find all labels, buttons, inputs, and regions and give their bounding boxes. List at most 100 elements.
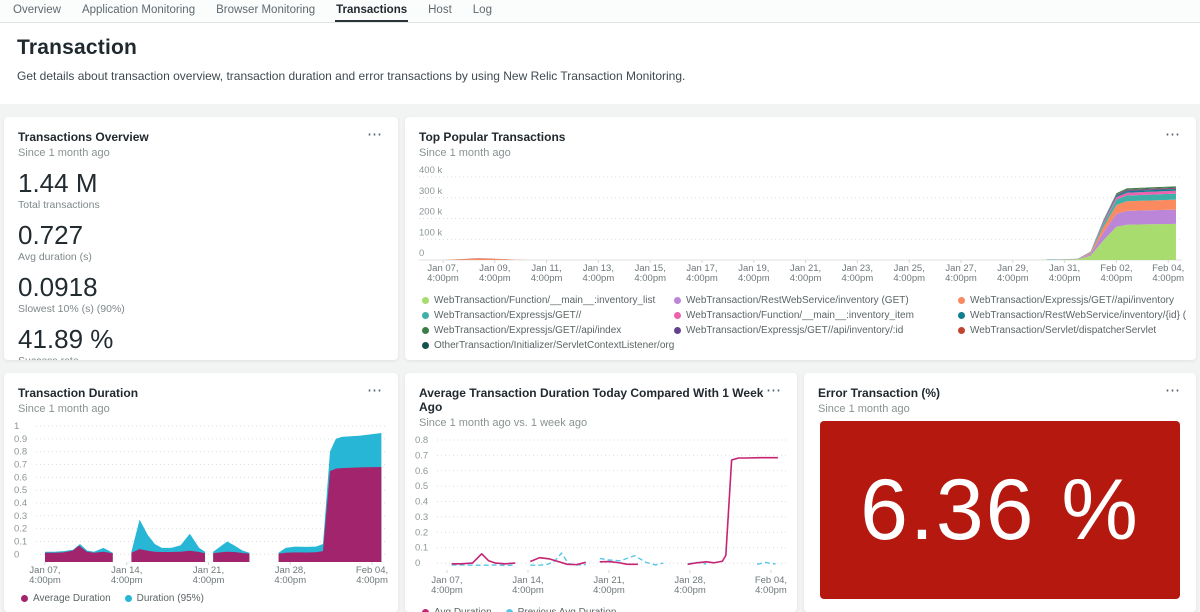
metric-value: 0.0918 — [18, 272, 384, 302]
svg-text:4:00pm: 4:00pm — [583, 273, 615, 284]
metric-label: Success rate — [18, 355, 384, 360]
legend-label: WebTransaction/RestWebService/inventory … — [686, 295, 909, 306]
legend-item[interactable]: WebTransaction/Function/__main__:invento… — [422, 295, 674, 306]
card-subtitle: Since 1 month ago — [18, 403, 138, 415]
legend-label: WebTransaction/RestWebService/inventory/… — [970, 310, 1186, 321]
svg-text:4:00pm: 4:00pm — [531, 273, 563, 284]
svg-text:0.6: 0.6 — [415, 466, 428, 477]
card-header: Transactions Overview Since 1 month ago … — [4, 117, 398, 159]
top-popular-chart: 0100 k200 k300 k400 kJan 07,4:00pmJan 09… — [405, 165, 1196, 287]
svg-text:4:00pm: 4:00pm — [997, 273, 1029, 284]
legend-label: Duration (95%) — [137, 593, 204, 604]
legend-color-dot — [958, 312, 965, 319]
card-menu-icon[interactable]: ⋯ — [1163, 130, 1182, 140]
transaction-duration-legend: Average Duration Duration (95%) — [4, 589, 398, 604]
legend-item[interactable]: Average Duration — [21, 593, 111, 604]
card-subtitle: Since 1 month ago vs. 1 week ago — [419, 417, 764, 429]
legend-item[interactable]: Avg Duration — [422, 607, 492, 612]
svg-text:4:00pm: 4:00pm — [427, 273, 459, 284]
legend-label: Average Duration — [33, 593, 111, 604]
legend-label: WebTransaction/Expressjs/GET//api/index — [434, 325, 621, 336]
legend-item[interactable]: WebTransaction/Expressjs/GET//api/index — [422, 325, 674, 336]
top-popular-legend: WebTransaction/Function/__main__:invento… — [405, 287, 1196, 351]
card-avg-duration-compare: Average Transaction Duration Today Compa… — [405, 373, 797, 612]
card-top-popular-transactions: Top Popular Transactions Since 1 month a… — [405, 117, 1196, 360]
svg-text:1: 1 — [14, 421, 19, 432]
svg-text:0.7: 0.7 — [415, 450, 428, 461]
legend-item[interactable]: WebTransaction/Servlet/dispatcherServlet — [958, 325, 1186, 336]
card-menu-icon[interactable]: ⋯ — [365, 130, 384, 140]
metrics-list: 1.44 MTotal transactions0.727Avg duratio… — [4, 159, 398, 360]
page-header: Transaction Get details about transactio… — [0, 23, 1200, 104]
legend-item[interactable]: WebTransaction/RestWebService/inventory … — [674, 295, 958, 306]
tab-transactions[interactable]: Transactions — [335, 0, 408, 22]
legend-item[interactable]: WebTransaction/Expressjs/GET//api/invent… — [674, 325, 958, 336]
metric-value: 1.44 M — [18, 168, 384, 198]
tab-overview[interactable]: Overview — [12, 0, 62, 22]
error-percentage-value: 6.36 % — [860, 461, 1140, 560]
legend-color-dot — [674, 312, 681, 319]
tab-host[interactable]: Host — [427, 0, 453, 22]
legend-label: WebTransaction/Expressjs/GET//api/invent… — [686, 325, 903, 336]
svg-text:0: 0 — [419, 248, 424, 259]
dashboard-grid: Transactions Overview Since 1 month ago … — [0, 104, 1200, 612]
svg-text:4:00pm: 4:00pm — [479, 273, 511, 284]
svg-text:4:00pm: 4:00pm — [193, 575, 225, 586]
duration-svg: 00.10.20.30.40.50.60.70.80.91Jan 07,4:00… — [14, 421, 388, 589]
metric-block: 0.0918Slowest 10% (s) (90%) — [18, 272, 384, 315]
legend-label: OtherTransaction/Initializer/ServletCont… — [434, 340, 674, 351]
legend-color-dot — [674, 297, 681, 304]
svg-text:4:00pm: 4:00pm — [755, 585, 787, 596]
svg-text:4:00pm: 4:00pm — [893, 273, 925, 284]
legend-color-dot — [422, 312, 429, 319]
legend-color-dot — [958, 297, 965, 304]
legend-item[interactable]: Previous Avg Duration — [506, 607, 617, 612]
svg-text:0.1: 0.1 — [14, 536, 27, 547]
legend-label: WebTransaction/Expressjs/GET//api/invent… — [970, 295, 1174, 306]
card-menu-icon[interactable]: ⋯ — [1163, 386, 1182, 396]
svg-text:0.4: 0.4 — [14, 498, 27, 509]
legend-label: WebTransaction/Function/__main__:invento… — [686, 310, 914, 321]
page-description: Get details about transaction overview, … — [17, 69, 1176, 83]
svg-text:0.2: 0.2 — [14, 524, 27, 535]
legend-label: WebTransaction/Servlet/dispatcherServlet — [970, 325, 1156, 336]
svg-text:4:00pm: 4:00pm — [512, 585, 544, 596]
legend-item[interactable]: WebTransaction/Expressjs/GET// — [422, 310, 674, 321]
svg-text:0: 0 — [14, 549, 19, 560]
metric-block: 41.89 %Success rate — [18, 324, 384, 360]
avg-compare-svg: 00.10.20.30.40.50.60.70.8Jan 07,4:00pmJa… — [415, 435, 787, 603]
card-header: Average Transaction Duration Today Compa… — [405, 373, 797, 429]
card-menu-icon[interactable]: ⋯ — [365, 386, 384, 396]
tab-application-monitoring[interactable]: Application Monitoring — [81, 0, 196, 22]
card-title: Top Popular Transactions — [419, 130, 565, 144]
card-error-transaction: Error Transaction (%) Since 1 month ago … — [804, 373, 1196, 612]
svg-text:0.6: 0.6 — [14, 472, 27, 483]
svg-text:4:00pm: 4:00pm — [674, 585, 706, 596]
svg-text:0.3: 0.3 — [14, 511, 27, 522]
svg-text:4:00pm: 4:00pm — [111, 575, 143, 586]
legend-item[interactable]: WebTransaction/RestWebService/inventory/… — [958, 310, 1186, 321]
card-subtitle: Since 1 month ago — [18, 147, 149, 159]
metric-value: 41.89 % — [18, 324, 384, 354]
svg-text:0.4: 0.4 — [415, 497, 428, 508]
legend-item[interactable]: WebTransaction/Function/__main__:invento… — [674, 310, 958, 321]
card-menu-icon[interactable]: ⋯ — [764, 386, 783, 396]
metric-label: Avg duration (s) — [18, 251, 384, 263]
top-popular-svg: 0100 k200 k300 k400 kJan 07,4:00pmJan 09… — [419, 165, 1182, 287]
svg-text:4:00pm: 4:00pm — [790, 273, 822, 284]
svg-text:4:00pm: 4:00pm — [431, 585, 463, 596]
svg-text:0.1: 0.1 — [415, 543, 428, 554]
legend-item[interactable]: WebTransaction/Expressjs/GET//api/invent… — [958, 295, 1186, 306]
legend-color-dot — [125, 595, 132, 602]
svg-text:4:00pm: 4:00pm — [634, 273, 666, 284]
avg-duration-compare-chart: 00.10.20.30.40.50.60.70.8Jan 07,4:00pmJa… — [405, 435, 797, 603]
card-title: Transactions Overview — [18, 130, 149, 144]
tab-log[interactable]: Log — [472, 0, 493, 22]
metric-block: 0.727Avg duration (s) — [18, 220, 384, 263]
card-title: Average Transaction Duration Today Compa… — [419, 386, 764, 414]
tab-browser-monitoring[interactable]: Browser Monitoring — [215, 0, 316, 22]
legend-color-dot — [422, 342, 429, 349]
legend-item[interactable]: OtherTransaction/Initializer/ServletCont… — [422, 340, 674, 351]
svg-text:100 k: 100 k — [419, 227, 442, 238]
legend-item[interactable]: Duration (95%) — [125, 593, 204, 604]
